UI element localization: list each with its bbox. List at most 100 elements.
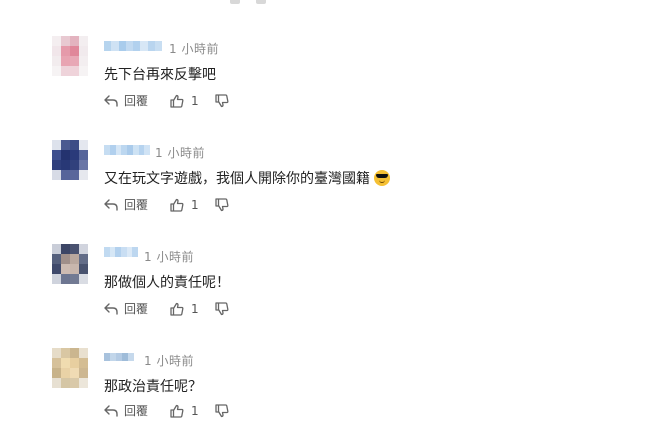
- avatar-pixel: [52, 264, 61, 274]
- timestamp: 1 小時前: [144, 354, 194, 368]
- reply-button[interactable]: 回覆: [104, 92, 148, 109]
- username-blurred[interactable]: [104, 247, 138, 257]
- avatar-pixel: [70, 56, 79, 66]
- avatar-pixel: [79, 264, 88, 274]
- avatar[interactable]: [52, 348, 88, 388]
- avatar-pixel: [52, 36, 61, 46]
- avatar-pixel: [79, 254, 88, 264]
- avatar-pixel: [52, 170, 61, 180]
- avatar-pixel: [61, 66, 70, 76]
- avatar-pixel: [61, 150, 70, 160]
- avatar-pixel: [70, 348, 79, 358]
- comment-item: 1 小時前 又在玩文字遊戲，我個人開除你的臺灣國籍 回覆 1: [0, 132, 656, 236]
- username-pixel: [128, 353, 134, 361]
- avatar-pixel: [70, 150, 79, 160]
- comment-actions: 回覆 1: [104, 402, 229, 419]
- avatar[interactable]: [52, 244, 88, 284]
- dislike-button[interactable]: [215, 93, 229, 108]
- reply-label: 回覆: [124, 302, 149, 316]
- avatar[interactable]: [52, 140, 88, 180]
- pixelated-fragment: [230, 0, 240, 4]
- dislike-button[interactable]: [215, 197, 229, 212]
- reply-button[interactable]: 回覆: [104, 402, 148, 419]
- like-button[interactable]: 1: [170, 198, 199, 212]
- avatar-pixel: [52, 254, 61, 264]
- comment-section: 1 小時前 先下台再來反擊吧 回覆 1 1 小時前 又在玩文字遊戲，我個人開除你…: [0, 0, 656, 432]
- avatar-pixel: [61, 36, 70, 46]
- reply-icon: [104, 94, 118, 107]
- avatar-pixel: [79, 46, 88, 56]
- avatar-pixel: [61, 56, 70, 66]
- avatar-pixel: [79, 140, 88, 150]
- avatar-pixel: [61, 358, 70, 368]
- dislike-button[interactable]: [215, 301, 229, 316]
- avatar-pixel: [61, 274, 70, 284]
- username-pixel: [144, 145, 150, 155]
- avatar-pixel: [79, 378, 88, 388]
- comment-text: 又在玩文字遊戲，我個人開除你的臺灣國籍: [104, 168, 390, 188]
- avatar-pixel: [61, 244, 70, 254]
- avatar-pixel: [52, 46, 61, 56]
- avatar-pixel: [79, 348, 88, 358]
- comment-actions: 回覆 1: [104, 300, 229, 317]
- thumbs-up-icon: [170, 404, 184, 418]
- avatar-pixel: [70, 358, 79, 368]
- like-count: 1: [191, 197, 199, 212]
- like-button[interactable]: 1: [170, 302, 199, 316]
- comment-body: 那做個人的責任呢！: [104, 275, 230, 291]
- avatar-pixel: [79, 56, 88, 66]
- comment-actions: 回覆 1: [104, 92, 229, 109]
- avatar-pixel: [70, 368, 79, 378]
- thumbs-up-icon: [170, 302, 184, 316]
- avatar-pixel: [52, 368, 61, 378]
- timestamp: 1 小時前: [155, 146, 205, 160]
- dislike-button[interactable]: [215, 403, 229, 418]
- avatar-pixel: [61, 170, 70, 180]
- thumbs-up-icon: [170, 198, 184, 212]
- pixelated-fragment: [256, 0, 266, 4]
- comment-item: 1 小時前 先下台再來反擊吧 回覆 1: [0, 28, 656, 132]
- reply-label: 回覆: [124, 94, 149, 108]
- username-blurred[interactable]: [104, 353, 134, 361]
- reply-icon: [104, 198, 118, 211]
- avatar-pixel: [52, 244, 61, 254]
- username-pixel: [118, 41, 126, 51]
- username-pixel: [111, 41, 119, 51]
- avatar-pixel: [52, 150, 61, 160]
- thumbs-down-icon: [215, 93, 229, 107]
- like-button[interactable]: 1: [170, 94, 199, 108]
- comment-body: 那政治責任呢？: [104, 379, 202, 395]
- avatar-pixel: [70, 264, 79, 274]
- username-pixel: [133, 41, 141, 51]
- avatar-pixel: [79, 170, 88, 180]
- comment-text: 先下台再來反擊吧: [104, 64, 216, 84]
- thumbs-up-icon: [170, 94, 184, 108]
- reply-label: 回覆: [124, 404, 149, 418]
- username-pixel: [125, 41, 133, 51]
- like-count: 1: [191, 403, 199, 418]
- avatar-pixel: [79, 274, 88, 284]
- username-pixel: [132, 247, 138, 257]
- avatar-pixel: [61, 140, 70, 150]
- username-pixel: [140, 41, 148, 51]
- avatar-pixel: [61, 348, 70, 358]
- username-pixel: [147, 41, 155, 51]
- avatar-pixel: [79, 36, 88, 46]
- reply-button[interactable]: 回覆: [104, 196, 148, 213]
- thumbs-down-icon: [215, 403, 229, 417]
- avatar-pixel: [79, 160, 88, 170]
- username-blurred[interactable]: [104, 41, 162, 51]
- avatar-pixel: [52, 56, 61, 66]
- avatar-pixel: [79, 358, 88, 368]
- avatar[interactable]: [52, 36, 88, 76]
- thumbs-down-icon: [215, 197, 229, 211]
- comment-text: 那政治責任呢？: [104, 376, 202, 396]
- comment-text: 那做個人的責任呢！: [104, 272, 230, 292]
- username-blurred[interactable]: [104, 145, 150, 155]
- username-pixel: [154, 41, 162, 51]
- avatar-pixel: [70, 66, 79, 76]
- like-button[interactable]: 1: [170, 404, 199, 418]
- avatar-pixel: [52, 140, 61, 150]
- like-count: 1: [191, 93, 199, 108]
- reply-button[interactable]: 回覆: [104, 300, 148, 317]
